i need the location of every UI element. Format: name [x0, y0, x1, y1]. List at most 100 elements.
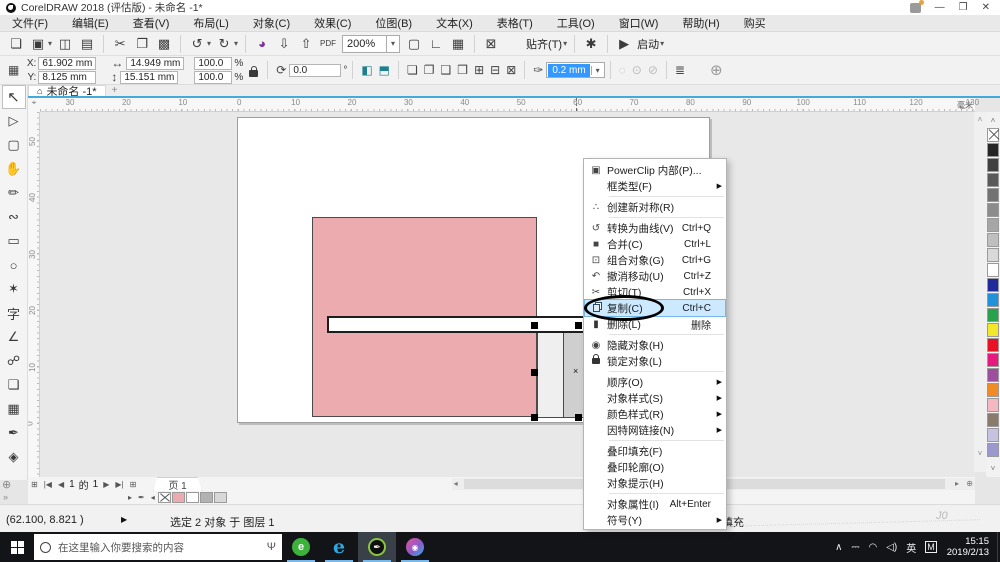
doc-color-swatch-#b2b2b2[interactable] [199, 492, 213, 503]
toolbox-overflow-icon[interactable]: » [3, 492, 8, 502]
taskbar-clock[interactable]: 15:15 2019/2/13 [943, 536, 997, 558]
shaping-icon-4[interactable]: ⊞ [474, 63, 484, 77]
selection-handle[interactable] [531, 414, 538, 421]
scale-x-field[interactable]: 100.0 [194, 56, 233, 70]
object-width-field[interactable]: 14.949 mm [126, 56, 185, 70]
menubar-item-6[interactable]: 位图(B) [363, 15, 424, 31]
volume-icon[interactable]: ◁) [886, 542, 897, 553]
open-button[interactable]: ▣ [28, 34, 48, 54]
show-rulers-button[interactable]: ∟ [426, 34, 446, 54]
full-screen-preview-button[interactable]: ▢ [404, 34, 424, 54]
pan-tool[interactable]: ✋ [2, 157, 26, 181]
polygon-tool[interactable]: ✶ [2, 277, 26, 301]
taskbar-app-photo-paint[interactable]: ◉ [396, 532, 434, 562]
selection-handle[interactable] [575, 322, 582, 329]
color-swatch-#d9d9d9[interactable] [987, 248, 999, 262]
scroll-down-icon[interactable]: ˅ [974, 449, 986, 458]
shaping-icon-5[interactable]: ⊟ [490, 63, 500, 77]
rectangle-tool[interactable]: ▭ [2, 229, 26, 253]
publish-pdf-button[interactable]: PDF [318, 34, 338, 54]
new-tab-button[interactable]: + [106, 85, 124, 96]
context-menu-item-颜色样式R[interactable]: 颜色样式(R) ▶ [585, 406, 725, 422]
shaping-icon-6[interactable]: ⊠ [506, 63, 516, 77]
print-button[interactable]: ▤ [77, 34, 97, 54]
paste-button[interactable]: ▩ [154, 34, 174, 54]
ruler-origin[interactable]: ⌖ [28, 98, 40, 112]
palette-scroll-up-icon[interactable]: ˄ [986, 116, 1000, 125]
color-swatch-#9b97cf[interactable] [987, 443, 999, 457]
hscroll-left-icon[interactable]: ◂ [454, 479, 458, 488]
page-1-tab[interactable]: 页 1 [153, 477, 202, 491]
mirror-vertical-icon[interactable]: ⬒ [379, 63, 390, 77]
color-swatch-#f3e72a[interactable] [987, 323, 999, 337]
curve-tool[interactable]: ∾ [2, 205, 26, 229]
selection-handle[interactable] [531, 369, 538, 376]
color-swatch-#2191d9[interactable] [987, 293, 999, 307]
outline-width-combo[interactable]: 0.2 mm ▾ [546, 62, 605, 78]
add-page-before-icon[interactable]: ⊞ [31, 480, 38, 489]
menubar-item-12[interactable]: 购买 [732, 15, 778, 31]
taskbar-app-browser-360[interactable]: e [282, 532, 320, 562]
account-icon[interactable] [909, 0, 924, 13]
context-menu-item-创建新对称R[interactable]: ∴ 创建新对称(R) [585, 199, 725, 215]
shaping-icon-1[interactable]: ❐ [424, 63, 435, 77]
mirror-horizontal-icon[interactable]: ◧ [361, 63, 372, 77]
context-menu-item-转换为曲线V[interactable]: ↺ 转换为曲线(V) Ctrl+Q [585, 220, 725, 236]
docpal-left-icon[interactable]: ◂ [151, 493, 155, 502]
shaping-icon-2[interactable]: ❑ [441, 63, 452, 77]
context-menu-item-PowerClip 内部P[interactable]: ▣ PowerClip 内部(P)... [585, 162, 725, 178]
context-menu-item-顺序O[interactable]: 顺序(O) ▶ [585, 374, 725, 390]
smart-fill-tool[interactable]: ◈ [2, 445, 26, 469]
snap-menu-caret-icon[interactable]: ▾ [563, 39, 567, 48]
menubar-item-5[interactable]: 效果(C) [302, 15, 363, 31]
context-menu-item-对象样式S[interactable]: 对象样式(S) ▶ [585, 390, 725, 406]
redo-button[interactable]: ↻ [214, 34, 234, 54]
ellipse-tool[interactable]: ○ [2, 253, 26, 277]
color-swatch-#a6a6a6[interactable] [987, 218, 999, 232]
x-position-field[interactable]: 61.902 mm [38, 56, 97, 70]
menubar-item-8[interactable]: 表格(T) [485, 15, 545, 31]
color-swatch-#8a7a6b[interactable] [987, 413, 999, 427]
dimension-tool[interactable]: ∠ [2, 325, 26, 349]
context-menu-item-撤消移动U[interactable]: ↶ 撤消移动(U) Ctrl+Z [585, 268, 725, 284]
quick-customize-icon[interactable]: ⊕ [2, 478, 11, 491]
vertical-scrollbar[interactable]: ˄ ˅ [974, 112, 986, 472]
context-menu-item-对象属性I[interactable]: 对象属性(I) Alt+Enter [585, 496, 725, 512]
lock-ratio-icon[interactable] [249, 65, 259, 77]
color-swatch-#737373[interactable] [987, 188, 999, 202]
connector-tool[interactable]: ☍ [2, 349, 26, 373]
cut-button[interactable]: ✂ [110, 34, 130, 54]
color-swatch-#e5197e[interactable] [987, 353, 999, 367]
menubar-item-3[interactable]: 布局(L) [181, 15, 240, 31]
context-menu-item-符号Y[interactable]: 符号(Y) ▶ [585, 512, 725, 528]
context-menu-item-对象提示H[interactable]: 对象提示(H) [585, 475, 725, 491]
color-swatch-#2aa24c[interactable] [987, 308, 999, 322]
white-bar-shape[interactable] [327, 316, 585, 333]
options-button[interactable]: ✱ [581, 34, 601, 54]
color-swatch-#1f2b9b[interactable] [987, 278, 999, 292]
tray-chevron-icon[interactable]: ∧ [835, 542, 842, 553]
freehand-tool[interactable]: ✏ [2, 181, 26, 205]
add-page-after-icon[interactable]: ⊞ [130, 480, 137, 489]
eyedropper-tool[interactable]: ✒ [2, 421, 26, 445]
palette-scroll-down-icon[interactable]: ˅ [986, 464, 1000, 473]
undo-button[interactable]: ↺ [187, 34, 207, 54]
menubar-item-9[interactable]: 工具(O) [545, 15, 607, 31]
import-button[interactable]: ⇩ [274, 34, 294, 54]
status-flyout-icon[interactable]: ▶ [121, 515, 127, 524]
context-menu-item-框类型F[interactable]: 框类型(F) ▶ [585, 178, 725, 194]
doc-color-swatch-#ffffff[interactable] [185, 492, 199, 503]
home-icon[interactable]: ⌂ [37, 86, 42, 96]
menubar-item-7[interactable]: 文本(X) [424, 15, 485, 31]
ime-indicator[interactable]: M [925, 541, 937, 553]
pick-tool[interactable]: ↖ [1, 85, 26, 109]
menubar-item-0[interactable]: 文件(F) [0, 15, 60, 31]
show-grid-button[interactable]: ▦ [448, 34, 468, 54]
drawing-canvas[interactable]: × [40, 112, 975, 477]
docpal-eyedropper-icon[interactable]: ✒ [138, 493, 145, 502]
color-swatch-#9c4f9e[interactable] [987, 368, 999, 382]
restore-button[interactable]: ❐ [959, 2, 968, 13]
menubar-item-11[interactable]: 帮助(H) [670, 15, 731, 31]
mesh-fill-tool[interactable]: ▦ [2, 397, 26, 421]
gray-rectangle-light[interactable] [537, 332, 564, 418]
